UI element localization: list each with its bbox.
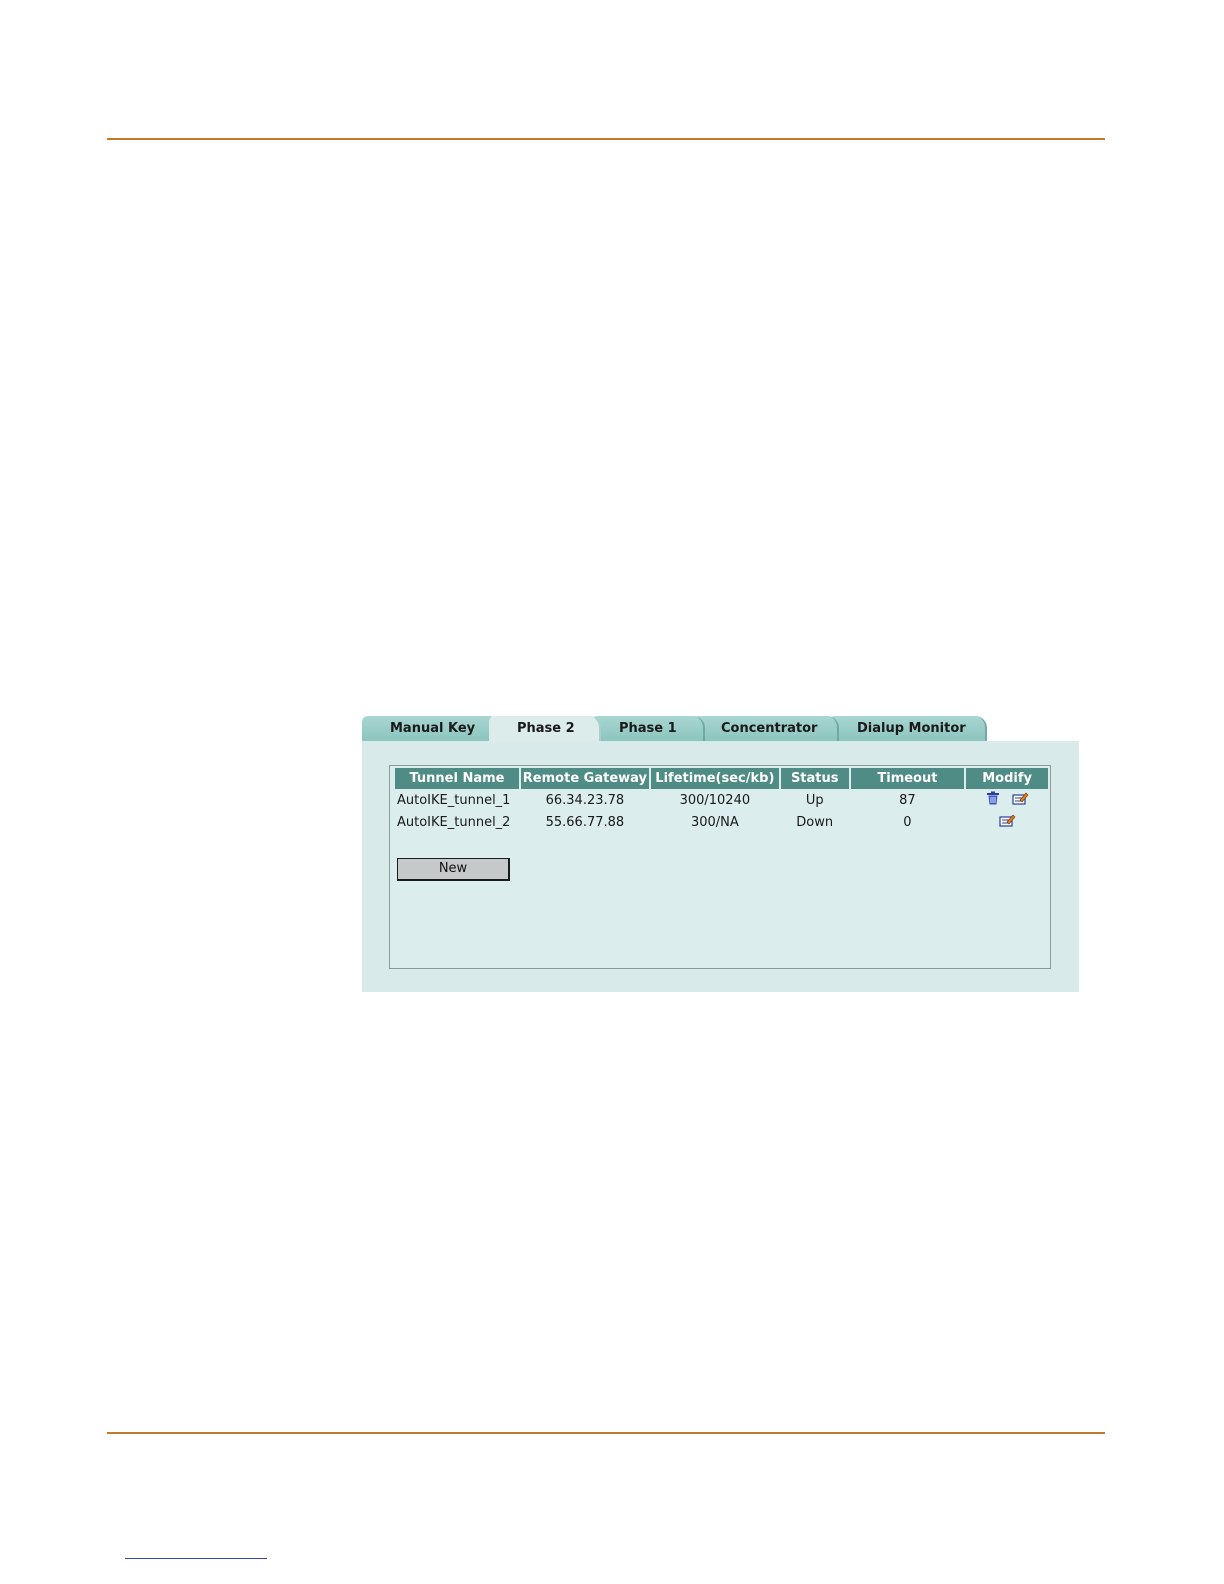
tab-bar: Manual Key Phase 2 Phase 1 Concentrator … [362, 715, 1079, 741]
edit-icon[interactable] [1012, 791, 1029, 809]
delete-icon[interactable] [986, 791, 1000, 809]
remote-gateway: 66.34.23.78 [545, 792, 625, 808]
footer-link-underline [125, 1558, 267, 1559]
col-remote-gateway[interactable]: Remote Gateway [520, 768, 649, 789]
header-rule [107, 138, 1105, 140]
tunnel-list-frame: Tunnel Name Remote Gateway Lifetime(sec/… [389, 765, 1051, 969]
modify-cell [966, 811, 1048, 833]
tab-label: Dialup Monitor [857, 721, 966, 736]
tab-manual-key[interactable]: Manual Key [362, 716, 500, 741]
tab-phase-1[interactable]: Phase 1 [591, 716, 705, 741]
tab-concentrator[interactable]: Concentrator [693, 716, 839, 741]
tab-label: Manual Key [390, 721, 476, 736]
modify-cell [966, 789, 1048, 811]
col-lifetime[interactable]: Lifetime(sec/kb) [650, 768, 779, 789]
table-row: AutoIKE_tunnel_1 66.34.23.78 300/10240 U… [395, 789, 1048, 811]
col-timeout[interactable]: Timeout [850, 768, 965, 789]
tunnel-table: Tunnel Name Remote Gateway Lifetime(sec/… [393, 768, 1050, 833]
tunnel-name: AutoIKE_tunnel_1 [397, 792, 511, 808]
remote-gateway: 55.66.77.88 [545, 814, 625, 830]
timeout: 0 [903, 814, 912, 830]
col-tunnel-name[interactable]: Tunnel Name [395, 768, 519, 789]
footer-rule [107, 1432, 1105, 1434]
tunnel-status: Up [805, 792, 824, 808]
table-row: AutoIKE_tunnel_2 55.66.77.88 300/NA Down… [395, 811, 1048, 833]
lifetime: 300/10240 [679, 792, 751, 808]
tunnel-name: AutoIKE_tunnel_2 [397, 814, 511, 830]
tab-label: Phase 2 [517, 721, 575, 736]
table-header-row: Tunnel Name Remote Gateway Lifetime(sec/… [395, 768, 1048, 789]
tab-content-panel: Tunnel Name Remote Gateway Lifetime(sec/… [362, 741, 1079, 992]
tunnel-status: Down [796, 814, 834, 830]
tab-dialup-monitor[interactable]: Dialup Monitor [829, 716, 987, 741]
tab-label: Concentrator [721, 721, 818, 736]
col-status[interactable]: Status [780, 768, 849, 789]
vpn-ipsec-screenshot: Manual Key Phase 2 Phase 1 Concentrator … [362, 715, 1079, 992]
new-tunnel-button[interactable]: New [397, 858, 510, 881]
edit-icon[interactable] [998, 813, 1016, 831]
tab-label: Phase 1 [619, 721, 677, 736]
lifetime: 300/NA [690, 814, 739, 830]
col-modify: Modify [966, 768, 1048, 789]
timeout: 87 [899, 792, 916, 808]
tab-phase-2[interactable]: Phase 2 [489, 716, 601, 741]
